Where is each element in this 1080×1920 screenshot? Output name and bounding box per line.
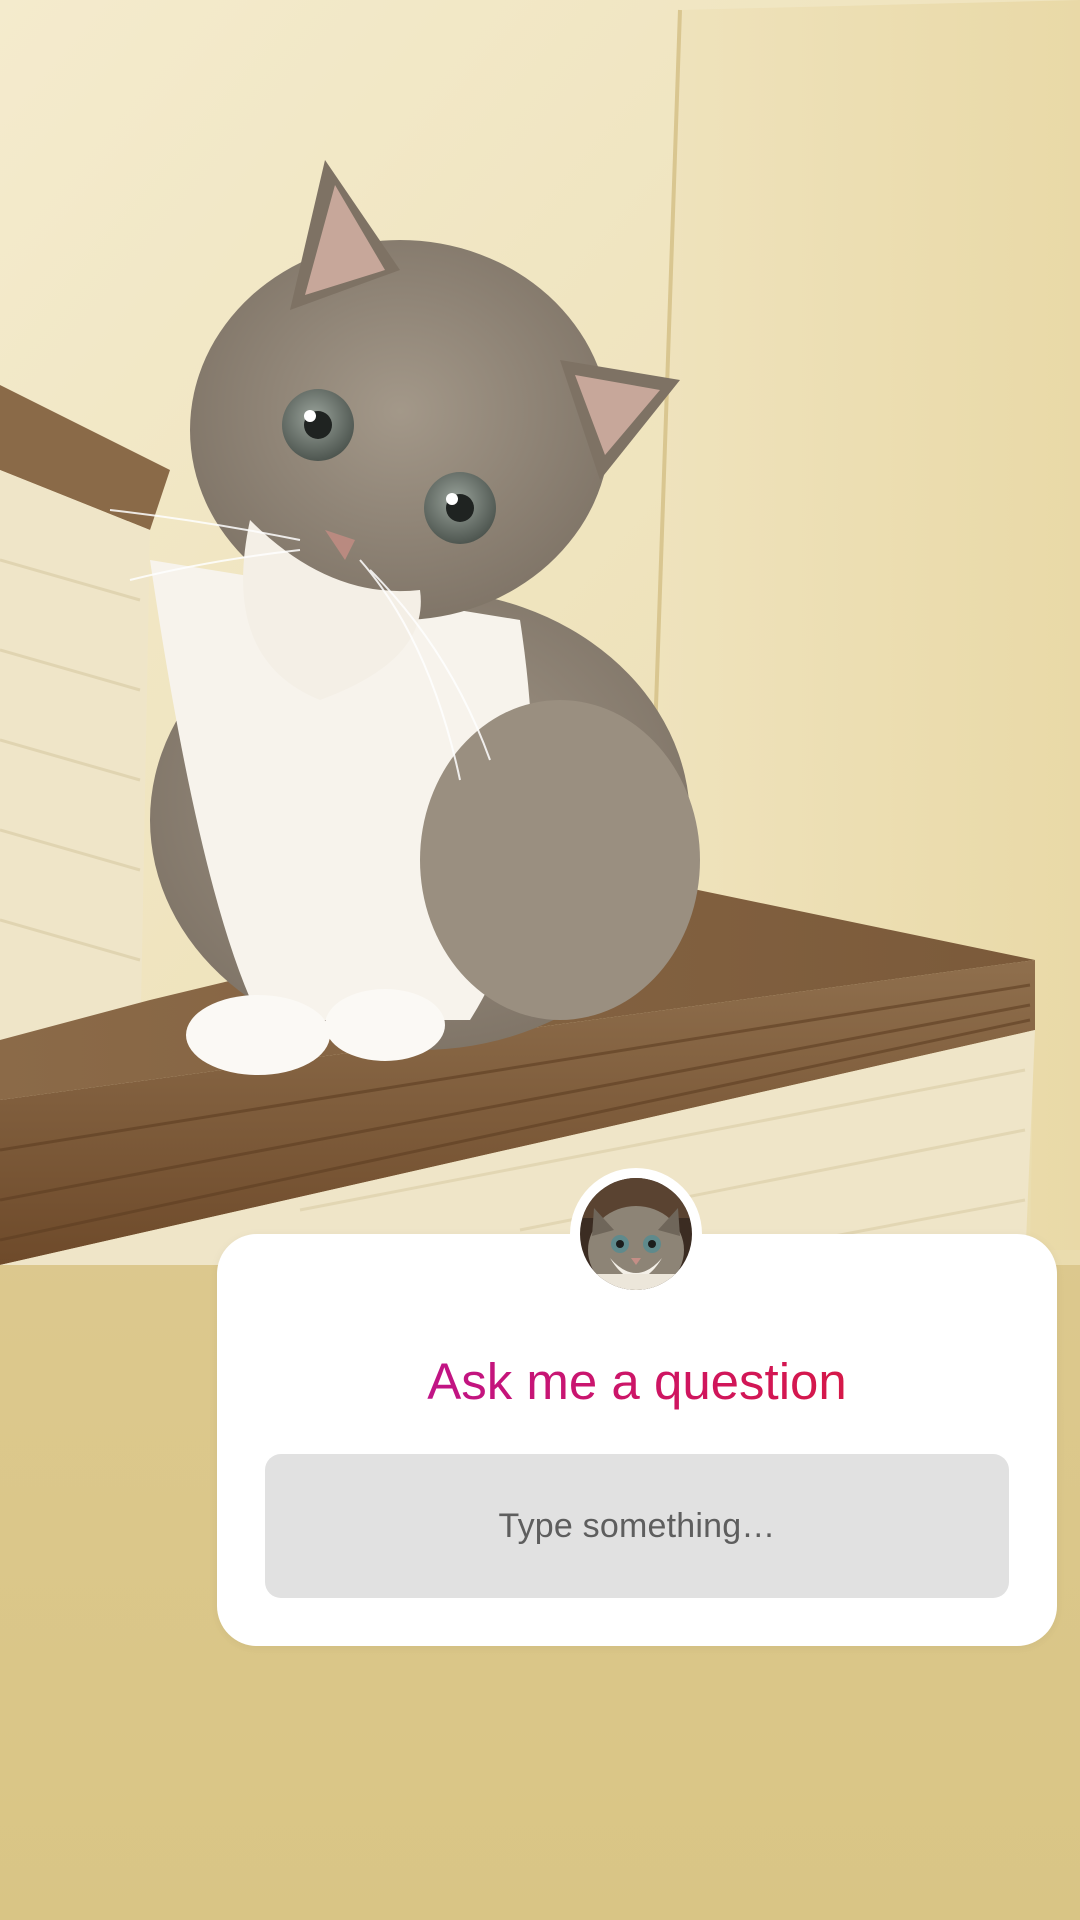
avatar-ring [570, 1168, 702, 1300]
cat-avatar-icon [580, 1178, 692, 1290]
story-photo [0, 0, 1080, 1265]
question-answer-field[interactable]: Type something… [265, 1454, 1009, 1598]
question-sticker-title: Ask me a question [217, 1352, 1057, 1412]
answer-placeholder: Type something… [498, 1506, 776, 1545]
